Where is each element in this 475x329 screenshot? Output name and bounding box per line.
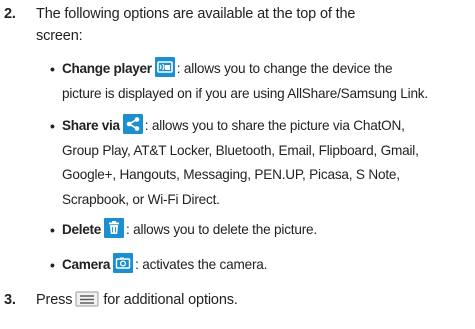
camera-icon bbox=[113, 253, 134, 274]
step-3: 3. Press for additional options. bbox=[0, 289, 475, 319]
bullet-dot: • bbox=[50, 222, 55, 238]
bullet-term: Share via bbox=[62, 118, 120, 133]
bullet-description: Scrapbook, or Wi-Fi Direct. bbox=[62, 191, 220, 207]
bullet-description: Group Play, AT&T Locker, Bluetooth, Emai… bbox=[62, 142, 419, 158]
change-player-icon bbox=[154, 57, 175, 78]
manual-page: 2. The following options are available a… bbox=[0, 0, 475, 329]
bullet-description: : allows you to change the device the bbox=[176, 61, 393, 76]
bullet-description: picture is displayed on if you are using… bbox=[62, 85, 428, 101]
step-text-after: for additional options. bbox=[103, 292, 238, 308]
bullet-term: Change player bbox=[62, 61, 152, 76]
step-number: 2. bbox=[4, 6, 16, 22]
bullet-description: Google+, Hangouts, Messaging, PEN.UP, Pi… bbox=[62, 167, 400, 182]
menu-icon bbox=[75, 291, 99, 307]
bullet-term: Delete bbox=[62, 222, 102, 237]
step-2: 2. The following options are available a… bbox=[0, 3, 475, 47]
bullet-description: : allows you to delete the picture. bbox=[126, 222, 317, 237]
bullet-description: : activates the camera. bbox=[135, 257, 268, 272]
bullet-term: Camera bbox=[62, 257, 111, 272]
step-number: 3. bbox=[4, 292, 16, 308]
bullet-description: : allows you to share the picture via Ch… bbox=[144, 118, 405, 133]
step-text-line: The following options are available at t… bbox=[36, 6, 356, 22]
trash-icon bbox=[104, 218, 125, 239]
step-text: Press for additional options. bbox=[36, 289, 461, 311]
share-icon bbox=[122, 114, 143, 135]
step-text: The following options are available at t… bbox=[36, 3, 461, 47]
step-text-line: screen: bbox=[36, 28, 83, 44]
step-text-before: Press bbox=[36, 292, 73, 308]
bullet-dot: • bbox=[50, 61, 55, 77]
bullet-dot: • bbox=[50, 118, 55, 134]
bullet-dot: • bbox=[50, 257, 55, 273]
